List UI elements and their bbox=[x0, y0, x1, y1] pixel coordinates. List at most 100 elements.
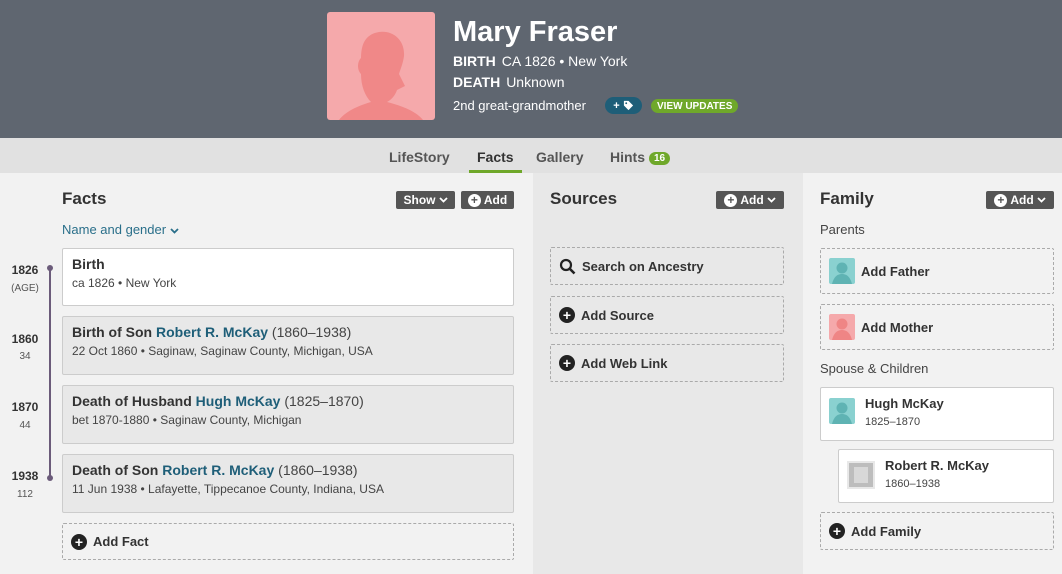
search-icon bbox=[559, 258, 576, 274]
add-source-label: Add Source bbox=[581, 307, 654, 323]
fact-card-death-of-son[interactable]: Death of Son Robert R. McKay (1860–1938)… bbox=[62, 454, 514, 513]
fact-card-birth-of-son[interactable]: Birth of Son Robert R. McKay (1860–1938)… bbox=[62, 316, 514, 375]
add-label: Add bbox=[740, 193, 764, 207]
fact-lifespan: (1860–1938) bbox=[278, 462, 358, 478]
birth-value: CA 1826 • New York bbox=[501, 53, 628, 69]
name-gender-label: Name and gender bbox=[62, 222, 167, 237]
name-gender-toggle[interactable]: Name and gender bbox=[62, 222, 179, 237]
timeline-age: 34 bbox=[19, 351, 31, 362]
add-tag-button[interactable]: + bbox=[605, 97, 642, 114]
spouse-info: Hugh McKay 1825–1870 bbox=[865, 396, 944, 428]
add-source-button[interactable]: + Add Source bbox=[550, 296, 784, 334]
child-name: Robert R. McKay bbox=[885, 458, 990, 473]
search-on-ancestry-button[interactable]: Search on Ancestry bbox=[550, 247, 784, 285]
timeline-age: 112 bbox=[17, 489, 33, 500]
death-vital: DEATH Unknown bbox=[453, 74, 565, 90]
plus-circle-icon: + bbox=[71, 533, 87, 550]
fact-lifespan: (1825–1870) bbox=[284, 393, 364, 409]
add-father-label: Add Father bbox=[861, 263, 930, 279]
add-label: Add bbox=[1010, 193, 1034, 207]
show-button[interactable]: Show bbox=[396, 191, 455, 209]
fact-detail: 11 Jun 1938 • Lafayette, Tippecanoe Coun… bbox=[72, 482, 384, 496]
fact-card-death-of-husband[interactable]: Death of Husband Hugh McKay (1825–1870) … bbox=[62, 385, 514, 444]
chevron-down-icon bbox=[438, 197, 448, 203]
death-value: Unknown bbox=[506, 74, 565, 90]
person-portrait[interactable] bbox=[327, 12, 435, 120]
female-silhouette-icon bbox=[339, 31, 423, 120]
spouse-dates: 1825–1870 bbox=[865, 416, 921, 428]
person-header: Mary Fraser BIRTH CA 1826 • New York DEAT… bbox=[0, 0, 1062, 138]
plus-circle-icon: + bbox=[829, 523, 845, 539]
person-link[interactable]: Hugh McKay bbox=[196, 393, 281, 409]
add-family-button[interactable]: + Add Family bbox=[820, 512, 1054, 550]
add-fact-button[interactable]: + Add Fact bbox=[62, 523, 514, 560]
search-label: Search on Ancestry bbox=[582, 258, 704, 274]
fact-type: Death of Son bbox=[72, 462, 159, 478]
timeline-dot bbox=[47, 475, 53, 481]
timeline-year: 1860 bbox=[11, 332, 39, 346]
plus-circle-icon: + bbox=[724, 193, 738, 207]
timeline-year: 1826 bbox=[11, 263, 39, 277]
fact-lifespan: (1860–1938) bbox=[271, 324, 352, 340]
add-family-menu-button[interactable]: + Add bbox=[986, 191, 1054, 209]
chevron-down-icon bbox=[170, 228, 179, 234]
person-name: Mary Fraser bbox=[453, 16, 618, 48]
add-father-button[interactable]: Add Father bbox=[820, 248, 1054, 294]
fact-title: Birth of Son Robert R. McKay (1860–1938) bbox=[72, 324, 504, 340]
tab-hints[interactable]: Hints 16 bbox=[610, 149, 671, 165]
fact-detail: 22 Oct 1860 • Saginaw, Saginaw County, M… bbox=[72, 344, 373, 358]
plus-circle-icon: + bbox=[467, 193, 481, 207]
tab-bar: LifeStory Facts Gallery Hints 16 bbox=[0, 138, 1062, 173]
tab-gallery[interactable]: Gallery bbox=[536, 149, 583, 165]
tab-lifestory[interactable]: LifeStory bbox=[389, 149, 450, 165]
child-photo-thumbnail bbox=[847, 461, 875, 489]
add-fact-label: Add Fact bbox=[93, 534, 149, 549]
child-card[interactable]: Robert R. McKay 1860–1938 bbox=[838, 449, 1054, 503]
parents-label: Parents bbox=[820, 222, 865, 237]
birth-vital: BIRTH CA 1826 • New York bbox=[453, 53, 627, 69]
add-source-menu-button[interactable]: + Add bbox=[716, 191, 784, 209]
fact-type: Birth of Son bbox=[72, 324, 153, 340]
male-avatar-icon bbox=[829, 398, 855, 424]
timeline-age: (AGE) bbox=[11, 283, 39, 294]
timeline-age: 44 bbox=[19, 420, 31, 431]
timeline-year: 1870 bbox=[11, 400, 39, 414]
chevron-down-icon bbox=[767, 197, 776, 203]
fact-title: Birth bbox=[72, 256, 504, 272]
female-avatar-icon bbox=[829, 314, 855, 340]
facts-title: Facts bbox=[62, 189, 107, 208]
fact-detail: ca 1826 • New York bbox=[72, 276, 177, 290]
child-info: Robert R. McKay 1860–1938 bbox=[885, 458, 989, 490]
relationship-label: 2nd great-grandmother bbox=[453, 98, 586, 113]
fact-title: Death of Husband Hugh McKay (1825–1870) bbox=[72, 393, 504, 409]
fact-type: Death of Husband bbox=[72, 393, 192, 409]
sources-title: Sources bbox=[550, 189, 618, 208]
death-label: DEATH bbox=[453, 74, 501, 90]
add-mother-button[interactable]: Add Mother bbox=[820, 304, 1054, 350]
plus-circle-icon: + bbox=[559, 355, 575, 371]
fact-detail: bet 1870-1880 • Saginaw County, Michigan bbox=[72, 413, 302, 427]
plus-circle-icon: + bbox=[994, 193, 1008, 207]
fact-card-birth[interactable]: Birth ca 1826 • New York bbox=[62, 248, 514, 306]
tag-icon bbox=[623, 100, 633, 111]
show-label: Show bbox=[403, 193, 436, 207]
add-web-link-button[interactable]: + Add Web Link bbox=[550, 344, 784, 382]
view-updates-button[interactable]: VIEW UPDATES bbox=[651, 99, 739, 113]
spouse-children-label: Spouse & Children bbox=[820, 361, 929, 376]
hints-count-badge: 16 bbox=[649, 152, 671, 165]
family-title: Family bbox=[820, 189, 874, 208]
fact-type: Birth bbox=[72, 256, 105, 272]
timeline-year: 1938 bbox=[11, 469, 39, 483]
birth-label: BIRTH bbox=[453, 53, 496, 69]
person-link[interactable]: Robert R. McKay bbox=[156, 324, 268, 340]
spouse-card[interactable]: Hugh McKay 1825–1870 bbox=[820, 387, 1054, 441]
add-fact-top-button[interactable]: + Add bbox=[461, 191, 514, 209]
spouse-name: Hugh McKay bbox=[865, 396, 944, 411]
child-dates: 1860–1938 bbox=[885, 478, 941, 490]
person-link[interactable]: Robert R. McKay bbox=[162, 462, 274, 478]
tab-hints-label: Hints bbox=[610, 149, 645, 165]
tab-facts[interactable]: Facts bbox=[477, 149, 514, 165]
add-mother-label: Add Mother bbox=[861, 319, 934, 335]
plus-label: + bbox=[613, 99, 620, 112]
add-label: Add bbox=[483, 193, 508, 207]
